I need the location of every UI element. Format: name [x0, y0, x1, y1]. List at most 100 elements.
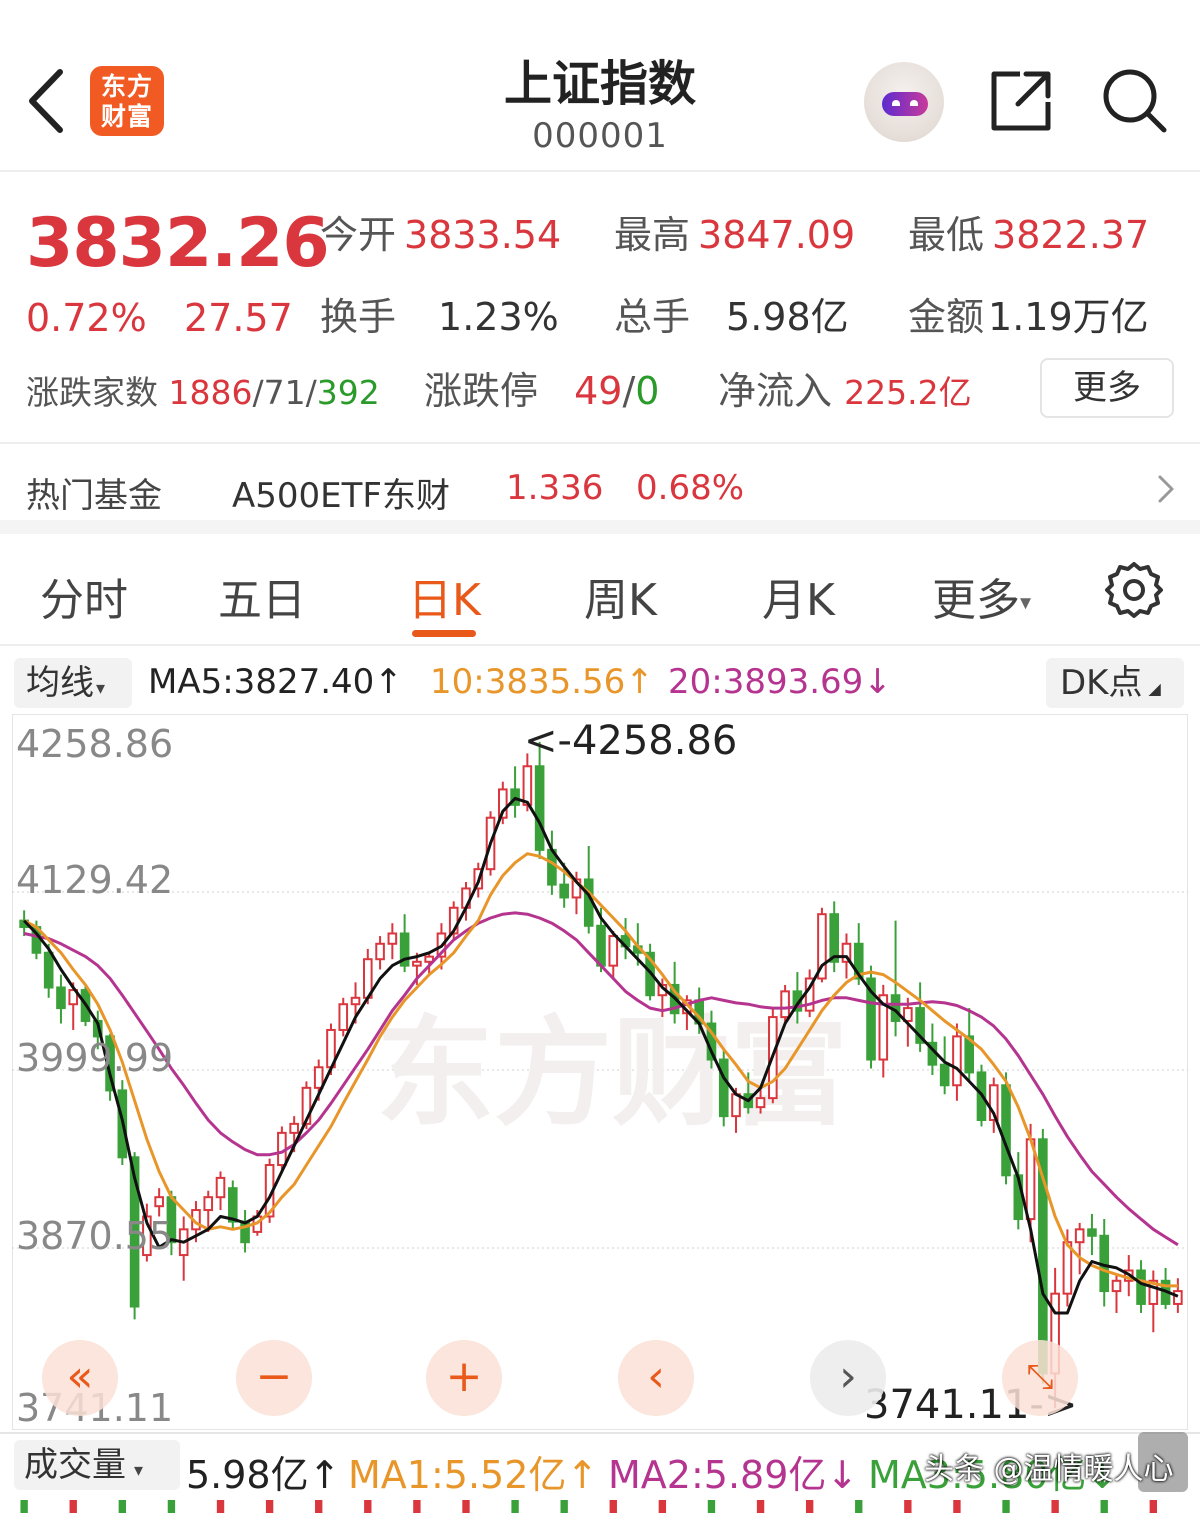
volume-bars — [20, 1500, 1157, 1513]
volume-bar — [20, 1500, 28, 1513]
stat-high: 最高 3847.09 — [614, 204, 855, 259]
scroll-left-button[interactable]: ‹ — [618, 1340, 694, 1416]
stock-code: 000001 — [532, 116, 668, 156]
candle-body — [731, 1093, 741, 1118]
y-axis-label-4: 3870.55 — [16, 1214, 174, 1258]
caret-down-icon: ▾ — [96, 678, 106, 699]
candle-body — [56, 986, 66, 1010]
volume-ma2: MA2:5.89亿↓ — [608, 1453, 859, 1497]
volume-select[interactable]: 成交量 ▾ — [14, 1440, 180, 1490]
back-icon[interactable] — [24, 68, 68, 134]
candle-body — [313, 1066, 324, 1089]
max-price-marker: <-4258.86 — [524, 718, 738, 764]
candle-body — [608, 935, 619, 967]
candle-body — [939, 1063, 950, 1087]
breadth-down: 392 — [316, 373, 380, 412]
volume-value: 5.98亿 — [726, 295, 849, 339]
candle-body — [534, 765, 545, 851]
chevron-right-icon — [1156, 474, 1176, 504]
volume-bar — [462, 1500, 470, 1513]
volume-bar — [904, 1500, 912, 1513]
ma-select-label: 均线 — [26, 663, 94, 703]
volume-bar — [216, 1500, 225, 1513]
breadth-label: 涨跌家数 — [26, 373, 158, 412]
assistant-robot-icon[interactable] — [864, 62, 944, 142]
tab-daily-k[interactable]: 日K — [408, 564, 481, 628]
active-tab-indicator — [412, 630, 476, 637]
volume-bar — [315, 1500, 323, 1513]
volume-bar — [1100, 1500, 1108, 1513]
stat-turnover: 换手 1.23% — [320, 286, 559, 341]
kline-chart[interactable]: 东方财富 4258.86 4129.42 3999.99 3870.55 374… — [12, 714, 1188, 1430]
candle-body — [350, 996, 361, 1006]
limit-separator: / — [622, 369, 636, 413]
fullscreen-icon[interactable]: ⤡ — [1002, 1340, 1078, 1416]
dk-point-button[interactable]: DK点 ◢ — [1046, 658, 1184, 708]
settings-gear-icon[interactable] — [1104, 560, 1164, 620]
candle-body — [1136, 1269, 1146, 1305]
volume-bar — [118, 1500, 127, 1513]
tab-more[interactable]: 更多▾ — [932, 564, 1031, 628]
zoom-out-button[interactable]: − — [236, 1340, 312, 1416]
y-axis-label-2: 4129.42 — [16, 858, 174, 902]
breadth-separator: / — [305, 373, 317, 412]
change-percent: 0.72% — [26, 296, 147, 340]
volume-bar — [707, 1500, 716, 1513]
candle-body — [1001, 1084, 1011, 1177]
source-credit: 头条 @温情暖人心 — [924, 1452, 1174, 1487]
candle-body — [1062, 1241, 1073, 1295]
zoom-in-button[interactable]: + — [426, 1340, 502, 1416]
tab-monthly-k[interactable]: 月K — [762, 564, 835, 628]
candle-body — [1087, 1228, 1097, 1237]
volume-ma1: MA1:5.52亿↑ — [348, 1453, 599, 1497]
open-label: 今开 — [320, 213, 397, 257]
search-icon[interactable] — [1100, 66, 1170, 136]
volume-bar — [69, 1500, 77, 1513]
brand-line2: 财富 — [100, 102, 153, 131]
dk-point-label: DK点 — [1060, 663, 1143, 703]
candle-body — [1074, 1228, 1085, 1244]
more-stats-button[interactable]: 更多 — [1040, 358, 1174, 418]
limit-stats: 涨跌停 49/0 — [424, 360, 659, 415]
high-label: 最高 — [614, 213, 691, 257]
candle-body — [522, 765, 533, 806]
low-label: 最低 — [908, 213, 985, 257]
candle-body — [829, 913, 840, 963]
candle-body — [780, 990, 790, 1019]
share-icon[interactable] — [986, 66, 1056, 136]
volume-bar — [560, 1500, 568, 1513]
stat-low: 最低 3822.37 — [908, 204, 1149, 259]
candle-body — [952, 1035, 962, 1087]
volume-bar — [265, 1500, 274, 1513]
volume-label: 总手 — [614, 295, 691, 339]
volume-bar — [413, 1500, 421, 1513]
ma-select[interactable]: 均线 ▾ — [14, 658, 132, 708]
scroll-right-button[interactable]: › — [810, 1340, 886, 1416]
scroll-to-start-button[interactable]: « — [42, 1340, 118, 1416]
caret-down-icon: ▾ — [1020, 590, 1032, 616]
tab-weekly-k[interactable]: 周K — [584, 564, 657, 628]
candle-body — [43, 951, 54, 989]
limit-up: 49 — [574, 369, 623, 413]
brand-line1: 东方 — [100, 72, 153, 101]
hot-fund-bar[interactable]: 热门基金 A500ETF东财 1.336 0.68% — [0, 446, 1200, 534]
breadth-up: 1886 — [168, 373, 253, 412]
candle-body — [154, 1196, 164, 1208]
tab-five-day[interactable]: 五日 — [218, 564, 306, 628]
change-amount: 27.57 — [184, 296, 293, 340]
turnover-label: 换手 — [320, 295, 397, 339]
stat-open: 今开 3833.54 — [320, 204, 561, 259]
amount-label: 金额 — [908, 295, 985, 339]
candle-body — [203, 1196, 214, 1212]
ma10-value: 10:3835.56↑ — [430, 662, 654, 702]
brand-logo: 东方 财富 — [90, 66, 164, 136]
volume-value: 5.98亿↑ — [186, 1453, 341, 1497]
volume-bar — [1002, 1500, 1010, 1513]
y-axis-label-top: 4258.86 — [16, 722, 174, 766]
volume-bar — [1051, 1500, 1059, 1513]
tab-intraday[interactable]: 分时 — [40, 564, 128, 628]
amount-value: 1.19万亿 — [988, 295, 1149, 339]
period-tabs: 分时 五日 日K 周K 月K 更多▾ — [0, 550, 1200, 646]
candle-body — [1111, 1279, 1122, 1293]
hot-fund-price: 1.336 — [506, 468, 604, 508]
